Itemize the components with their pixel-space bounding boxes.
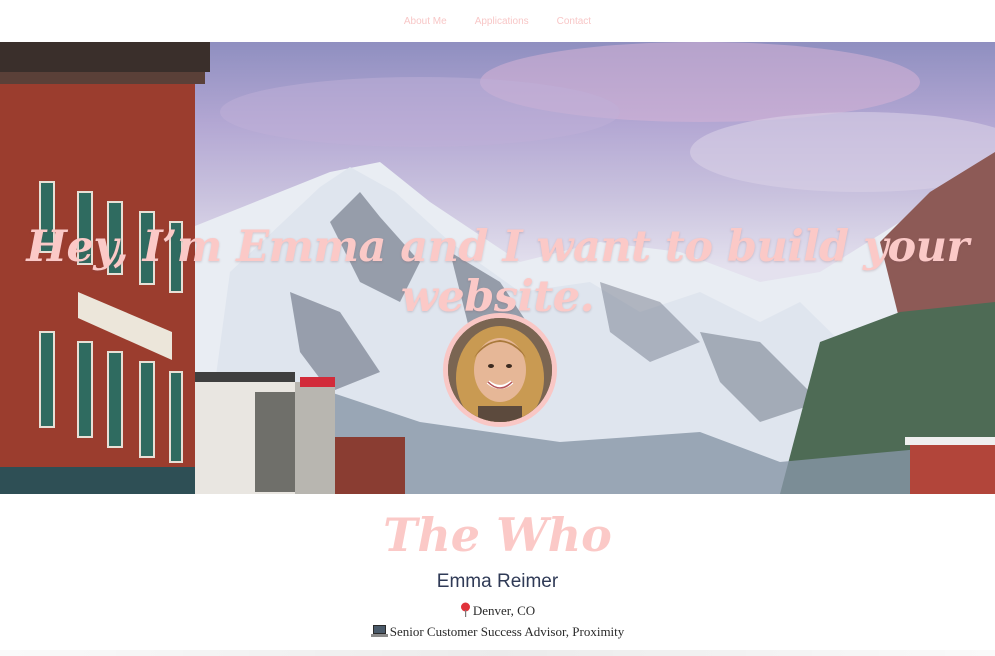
nav-link-about-me[interactable]: About Me: [404, 16, 447, 27]
laptop-icon: [370, 624, 388, 642]
location-line: Denver, CO: [0, 602, 995, 621]
section-heading-the-who: The Who: [383, 508, 612, 562]
top-nav: About Me Applications Contact: [0, 0, 995, 42]
portrait-photo-icon: [448, 318, 552, 422]
nav-link-applications[interactable]: Applications: [475, 16, 529, 27]
location-text: Denver, CO: [472, 603, 536, 618]
hero-headline: Hey, I’m Emma and I want to build your w…: [26, 222, 969, 322]
profile-avatar: [443, 313, 557, 427]
nav-link-contact[interactable]: Contact: [557, 16, 591, 27]
job-line: Senior Customer Success Advisor, Proximi…: [0, 624, 995, 642]
person-name: Emma Reimer: [436, 571, 559, 592]
section-divider-shadow: [0, 650, 995, 656]
job-text: Senior Customer Success Advisor, Proximi…: [389, 624, 625, 639]
hero-banner: Hey, I’m Emma and I want to build your w…: [0, 42, 995, 494]
pin-icon: [460, 602, 471, 621]
